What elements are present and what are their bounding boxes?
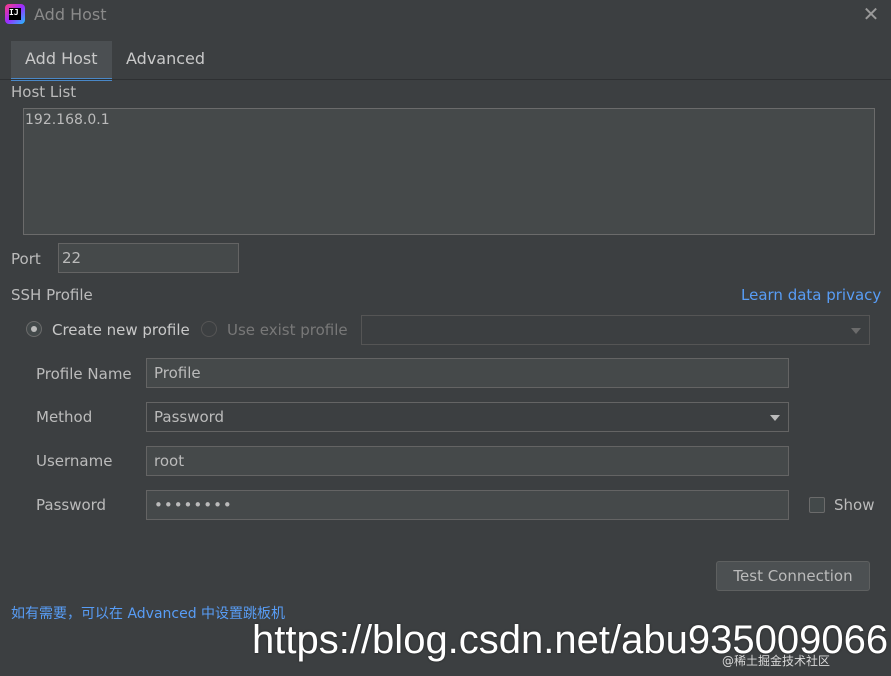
port-input[interactable]: 22	[58, 243, 239, 273]
port-label: Port	[11, 250, 41, 268]
chevron-down-icon	[770, 415, 780, 421]
tab-divider	[0, 79, 891, 80]
app-icon-text: IJ	[9, 8, 21, 20]
test-connection-button[interactable]: Test Connection	[716, 561, 870, 591]
profile-name-label: Profile Name	[36, 365, 132, 383]
method-label: Method	[36, 408, 93, 426]
use-exist-profile-radio[interactable]	[201, 321, 217, 337]
password-value: ••••••••	[154, 496, 233, 514]
close-icon[interactable]: ✕	[860, 3, 882, 25]
host-list-textarea[interactable]: 192.168.0.1	[23, 108, 875, 235]
method-value: Password	[154, 408, 225, 426]
learn-data-privacy-link[interactable]: Learn data privacy	[741, 286, 881, 304]
password-input[interactable]: ••••••••	[146, 490, 789, 520]
chevron-down-icon	[851, 328, 861, 334]
show-password-checkbox[interactable]	[809, 497, 825, 513]
use-exist-profile-label[interactable]: Use exist profile	[227, 321, 348, 339]
username-input[interactable]: root	[146, 446, 789, 476]
host-list-value: 192.168.0.1	[25, 112, 110, 128]
username-label: Username	[36, 452, 113, 470]
tab-advanced[interactable]: Advanced	[112, 41, 219, 79]
intellij-app-icon: IJ	[5, 4, 25, 24]
profile-name-value: Profile	[154, 364, 201, 382]
show-password-label[interactable]: Show	[834, 496, 874, 514]
profile-name-input[interactable]: Profile	[146, 358, 789, 388]
title-bar: IJ Add Host ✕	[0, 0, 891, 30]
create-new-profile-label[interactable]: Create new profile	[52, 321, 190, 339]
method-select[interactable]: Password	[146, 402, 789, 432]
password-label: Password	[36, 496, 107, 514]
create-new-profile-radio[interactable]	[26, 321, 42, 337]
dialog-title: Add Host	[34, 5, 107, 24]
port-value: 22	[62, 249, 82, 267]
tab-add-host[interactable]: Add Host	[11, 41, 112, 81]
host-list-label: Host List	[11, 83, 77, 101]
existing-profile-dropdown[interactable]	[361, 315, 870, 345]
ssh-profile-label: SSH Profile	[11, 286, 93, 304]
username-value: root	[154, 452, 185, 470]
jump-host-hint: 如有需要，可以在 Advanced 中设置跳板机	[11, 606, 286, 622]
juejin-watermark: @稀土掘金技术社区	[722, 654, 831, 668]
